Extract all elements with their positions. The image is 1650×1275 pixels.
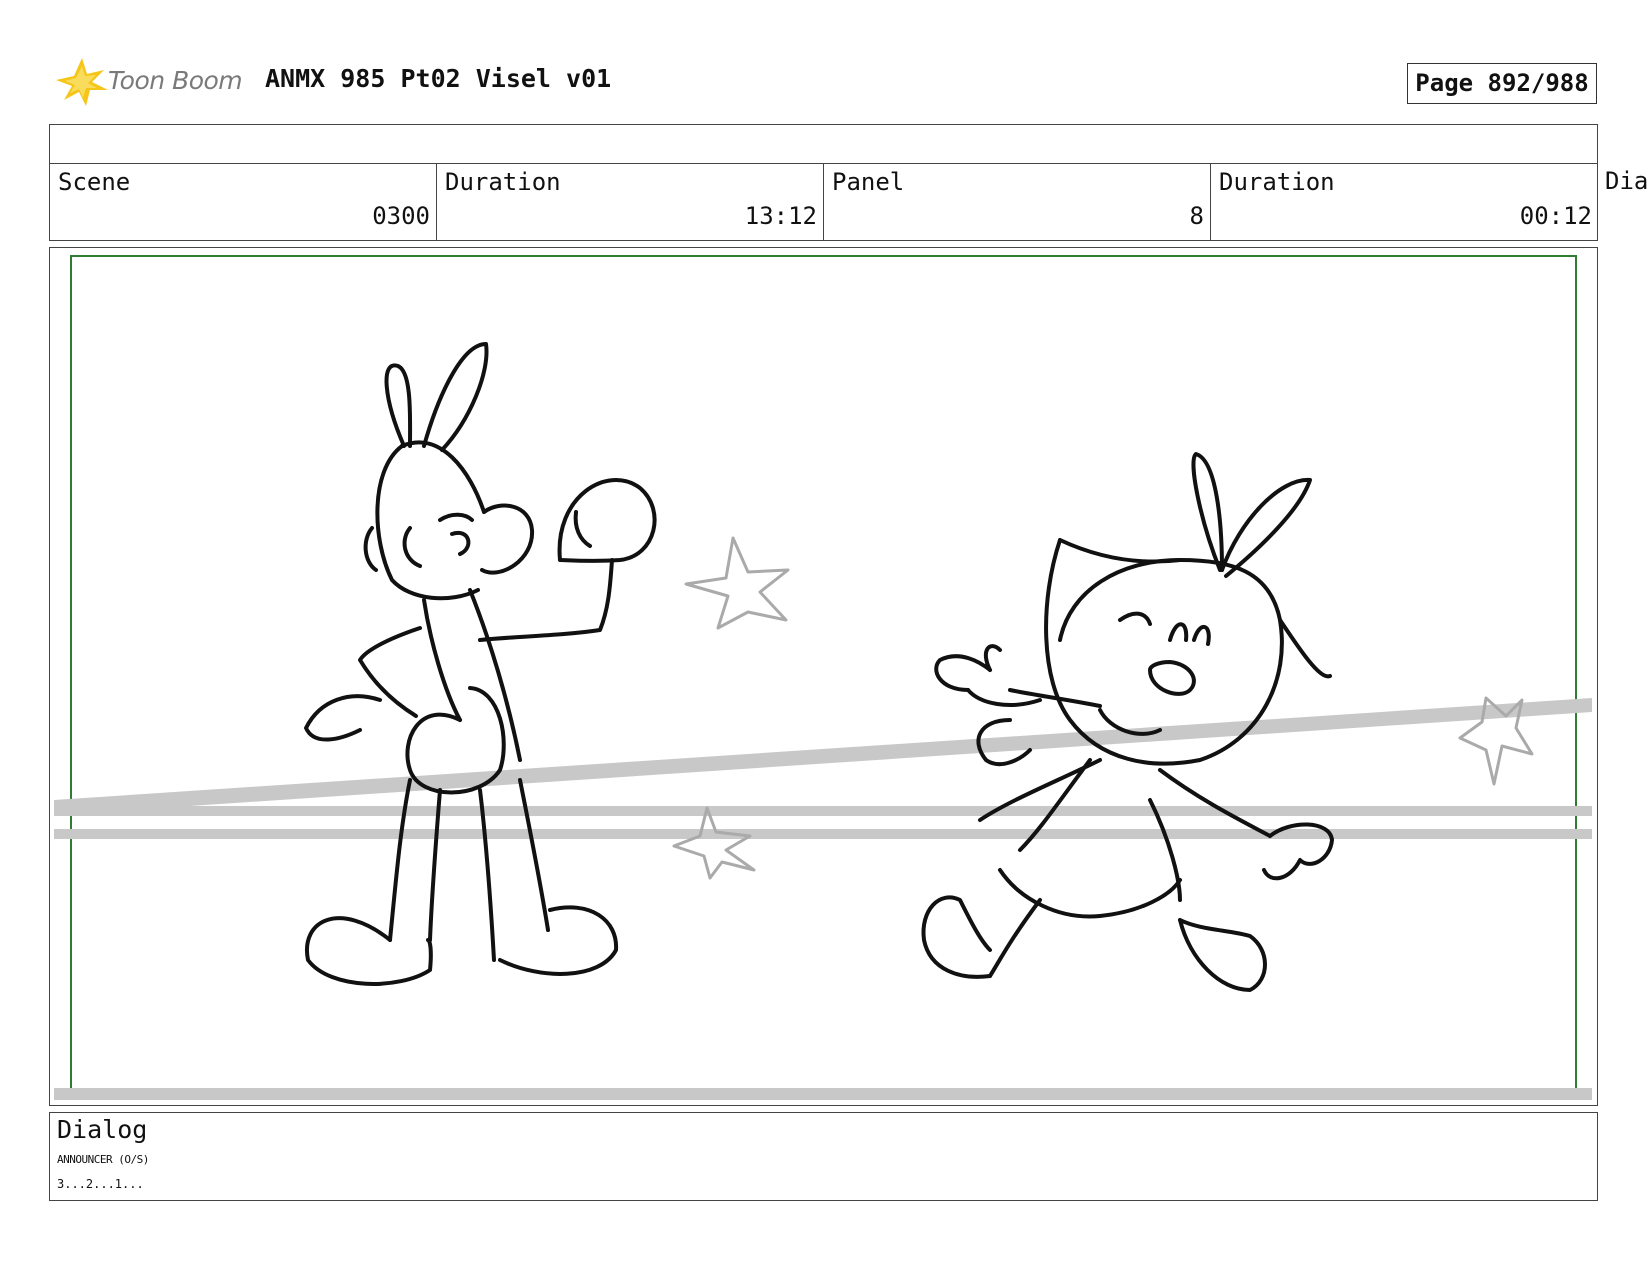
dialog-character: ANNOUNCER (O/S) [57, 1153, 149, 1166]
dialog-label: Dialog [57, 1115, 148, 1144]
dialog-line: 3...2...1... [57, 1177, 144, 1191]
star-doodles [672, 536, 1534, 880]
ring-ropes [54, 698, 1592, 1100]
left-character-sketch [304, 342, 657, 986]
storyboard-sketch [54, 342, 1592, 1100]
dialog-box: Dialog ANNOUNCER (O/S) 3...2...1... [49, 1112, 1598, 1201]
